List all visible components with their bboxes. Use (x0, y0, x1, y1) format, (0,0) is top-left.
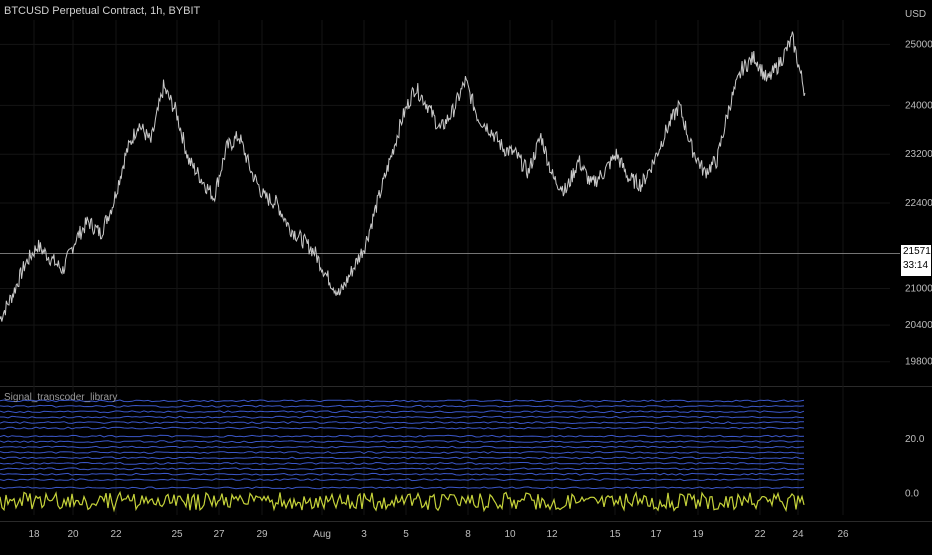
time-tick-label: Aug (313, 529, 331, 540)
last-price-value: 21571.5 (903, 246, 932, 257)
time-tick-label: 3 (361, 529, 367, 540)
indicator-line (0, 445, 805, 449)
time-tick-label: 15 (609, 529, 621, 540)
last-price-countdown: 33:14 (903, 260, 929, 271)
indicator-line (0, 467, 805, 471)
oscillator-line (0, 490, 805, 513)
indicator-line (0, 404, 805, 408)
indicator-line (0, 486, 805, 490)
chart-root: 25000.0 24000.0 23200.0 22400.0 21000.0 20400… (0, 0, 932, 550)
indicator-line (0, 451, 805, 454)
price-tick-label: 25000.0 (905, 39, 932, 50)
indicator-title[interactable]: Signal_transcoder_library (4, 392, 117, 403)
indicator-line (0, 415, 805, 419)
indicator-line (0, 434, 805, 438)
time-tick-label: 22 (754, 529, 766, 540)
indicator-line (0, 456, 805, 460)
indicator-line (0, 421, 804, 425)
price-tick-label: 20400.0 (905, 320, 932, 331)
indicator-line (0, 399, 805, 403)
last-price-badge: 21571.5 33:14 (901, 245, 932, 276)
indicator-line (0, 440, 805, 444)
indicator-tick-label: 0.0 (905, 488, 919, 499)
price-tick-label: 24000.0 (905, 100, 932, 111)
time-tick-label: 17 (650, 529, 662, 540)
indicator-line (0, 472, 805, 476)
time-tick-label: 8 (465, 529, 471, 540)
time-tick-label: 18 (28, 529, 40, 540)
indicator-line (0, 461, 805, 465)
price-series (0, 31, 900, 322)
time-tick-label: 29 (256, 529, 268, 540)
time-tick-label: 24 (792, 529, 804, 540)
chart-canvas[interactable]: 25000.0 24000.0 23200.0 22400.0 21000.0 20400… (0, 0, 932, 550)
indicator-line (0, 426, 805, 430)
oscillator-series (0, 490, 805, 513)
time-tick-label: 10 (504, 529, 516, 540)
price-tick-label: 23200.0 (905, 149, 932, 160)
time-tick-label: 5 (403, 529, 409, 540)
indicator-line (0, 410, 805, 414)
indicator-tick-label: 20.0 (905, 434, 925, 445)
time-tick-label: 27 (213, 529, 225, 540)
time-tick-label: 26 (837, 529, 849, 540)
indicator-line (0, 478, 805, 482)
price-tick-label: 22400.0 (905, 198, 932, 209)
price-line (0, 31, 806, 322)
indicator-lines (0, 399, 805, 490)
symbol-title[interactable]: BTCUSD Perpetual Contract, 1h, BYBIT (4, 5, 200, 17)
time-tick-label: 12 (546, 529, 558, 540)
price-tick-label: 19800.0 (905, 357, 932, 368)
time-tick-label: 25 (171, 529, 183, 540)
time-axis: 18 20 22 25 27 29 Aug 3 5 8 10 12 15 17 19 22 24 26 (28, 529, 849, 540)
time-tick-label: 22 (110, 529, 122, 540)
time-tick-label: 20 (67, 529, 79, 540)
time-tick-label: 19 (692, 529, 704, 540)
currency-label: USD (905, 9, 926, 20)
price-tick-label: 21000.0 (905, 283, 932, 294)
